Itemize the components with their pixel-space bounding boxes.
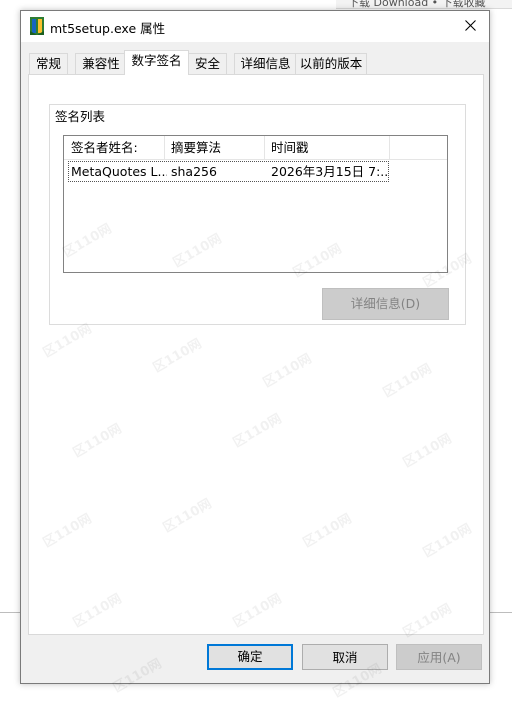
column-header-digest[interactable]: 摘要算法 xyxy=(171,136,221,159)
close-icon xyxy=(464,20,476,31)
tab-details[interactable]: 详细信息 xyxy=(234,53,297,74)
details-button[interactable]: 详细信息(D) xyxy=(322,288,449,320)
apply-button[interactable]: 应用(A) xyxy=(396,644,482,670)
column-divider[interactable] xyxy=(164,136,165,159)
app-icon xyxy=(30,17,44,35)
column-header-signer[interactable]: 签名者姓名: xyxy=(71,136,138,159)
signature-list-label: 签名列表 xyxy=(52,106,109,125)
background-window-edge-left xyxy=(0,612,20,613)
cancel-button[interactable]: 取消 xyxy=(302,644,388,670)
signature-list-header: 签名者姓名: 摘要算法 时间戳 xyxy=(64,136,447,160)
cell-timestamp: 2026年3月15日 7:... xyxy=(271,164,388,179)
tab-security[interactable]: 安全 xyxy=(188,53,227,74)
dialog-title: mt5setup.exe 属性 xyxy=(50,21,166,36)
background-window-edge-right xyxy=(488,612,512,613)
ok-button[interactable]: 确定 xyxy=(207,644,293,670)
close-button[interactable] xyxy=(451,11,489,41)
signature-list[interactable]: 签名者姓名: 摘要算法 时间戳 MetaQuotes L... sha256 2… xyxy=(63,135,448,273)
tab-general[interactable]: 常规 xyxy=(29,53,68,74)
column-divider[interactable] xyxy=(389,136,390,159)
cell-signer: MetaQuotes L... xyxy=(71,164,167,179)
tab-compatibility[interactable]: 兼容性 xyxy=(75,53,127,74)
title-bar[interactable]: mt5setup.exe 属性 xyxy=(21,11,489,42)
cell-digest: sha256 xyxy=(171,164,217,179)
table-row[interactable]: MetaQuotes L... sha256 2026年3月15日 7:... xyxy=(68,161,389,182)
column-divider[interactable] xyxy=(264,136,265,159)
properties-dialog: mt5setup.exe 属性 常规 兼容性 数字签名 安全 详细信息 以前的版… xyxy=(20,10,490,684)
tab-content-panel: 签名列表 签名者姓名: 摘要算法 时间戳 MetaQuotes L... sha… xyxy=(28,74,484,635)
background-window-strip: 下载 Download • 下载收藏 xyxy=(336,0,512,9)
tab-digital-signatures[interactable]: 数字签名 xyxy=(124,50,189,75)
tab-previous-versions[interactable]: 以前的版本 xyxy=(295,53,367,74)
column-header-timestamp[interactable]: 时间戳 xyxy=(271,136,309,159)
background-window-text: 下载 Download • 下载收藏 xyxy=(348,0,486,9)
